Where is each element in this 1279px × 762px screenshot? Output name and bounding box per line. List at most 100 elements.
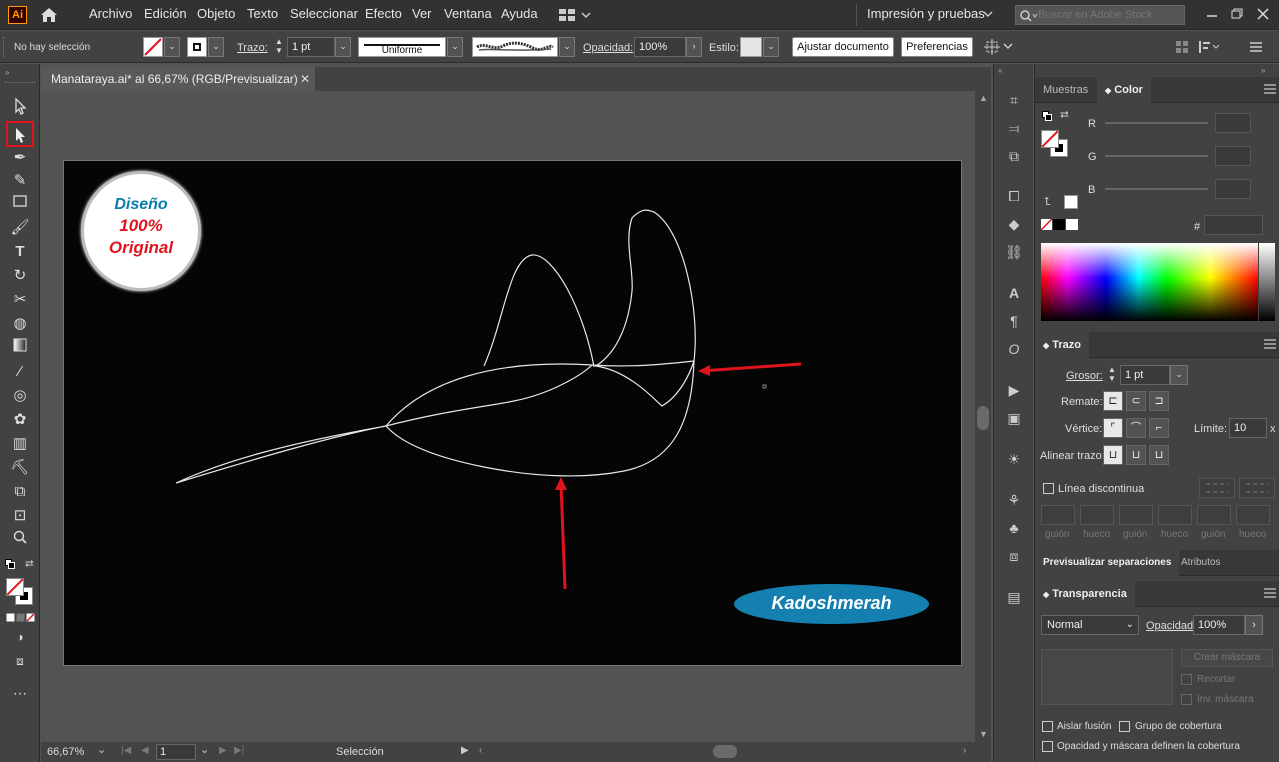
toolbar-collapse-icon[interactable]: »: [5, 68, 9, 77]
hscroll-left-icon[interactable]: ‹: [479, 745, 482, 756]
control-menu-icon[interactable]: [1249, 40, 1263, 54]
bevel-join-button[interactable]: ⌐: [1149, 418, 1169, 438]
stock-search-input[interactable]: [1038, 7, 1182, 23]
butt-cap-button[interactable]: ⊏: [1103, 391, 1123, 411]
close-icon[interactable]: [1255, 6, 1271, 22]
perspective-tool-icon[interactable]: ⛏: [8, 457, 32, 479]
character-panel-icon[interactable]: A: [1002, 282, 1026, 304]
tab-stroke[interactable]: ◆ Trazo: [1035, 332, 1089, 358]
selection-tool-icon[interactable]: [8, 97, 32, 119]
stock-search-box[interactable]: [1015, 5, 1185, 25]
none-swatch[interactable]: [1040, 218, 1053, 231]
stroke-weight-stepper[interactable]: ▲ ▼: [272, 37, 286, 57]
align-grid-icon[interactable]: [1175, 40, 1189, 54]
menu-edicion[interactable]: Edición: [144, 6, 187, 21]
direct-selection-tool-icon[interactable]: [6, 121, 34, 147]
dock-collapse-icon[interactable]: «: [998, 66, 1002, 75]
opacity-field[interactable]: 100%: [634, 37, 686, 57]
tab-swatches[interactable]: Muestras: [1035, 77, 1096, 103]
gap-field-3[interactable]: [1236, 505, 1270, 525]
color-mode-icon[interactable]: [6, 613, 36, 623]
symbols-panel-icon[interactable]: ♣: [1002, 517, 1026, 539]
dashed-line-checkbox[interactable]: [1043, 483, 1054, 494]
paragraph-panel-icon[interactable]: ¶: [1002, 310, 1026, 332]
menu-objeto[interactable]: Objeto: [197, 6, 235, 21]
status-menu-icon[interactable]: ▶: [461, 745, 469, 756]
color-g-field[interactable]: [1215, 146, 1251, 166]
limit-field[interactable]: 10: [1229, 418, 1267, 438]
brushes-panel-icon[interactable]: ⚘: [1002, 489, 1026, 511]
arrange-documents-icon[interactable]: [558, 8, 592, 22]
asset-export-panel-icon[interactable]: ▣: [1002, 407, 1026, 429]
stroke-panel-menu-icon[interactable]: [1263, 338, 1277, 350]
weight-stepper[interactable]: ▲ ▼: [1105, 365, 1119, 385]
last-artboard-icon[interactable]: ▶|: [234, 745, 244, 756]
black-swatch[interactable]: [1053, 219, 1065, 230]
prev-artboard-icon[interactable]: ◀: [141, 745, 149, 756]
white-swatch[interactable]: [1066, 219, 1078, 230]
workspace-switcher[interactable]: Impresión y pruebas: [867, 6, 985, 21]
transform-panel-icon[interactable]: ⌗: [1002, 89, 1026, 111]
style-dropdown[interactable]: ⌄: [763, 37, 779, 57]
actions-panel-icon[interactable]: ▶: [1002, 379, 1026, 401]
dash-field-3[interactable]: [1197, 505, 1231, 525]
scroll-thumb[interactable]: [977, 406, 989, 430]
layers-panel-icon[interactable]: ◆: [1002, 213, 1026, 235]
opacity-label[interactable]: Opacidad:: [583, 42, 633, 54]
tab-color[interactable]: ◆ Color: [1097, 77, 1151, 103]
tab-transparency[interactable]: ◆ Transparencia: [1035, 581, 1135, 607]
type-tool-icon[interactable]: T: [8, 241, 32, 263]
tab-attributes[interactable]: Atributos: [1173, 550, 1228, 576]
isolate-blending-checkbox[interactable]: [1042, 721, 1053, 732]
preserve-dash-button[interactable]: [1199, 478, 1235, 498]
hex-field[interactable]: [1204, 215, 1263, 235]
menu-texto[interactable]: Texto: [247, 6, 278, 21]
fill-dropdown[interactable]: ⌄: [164, 37, 180, 57]
miter-join-button[interactable]: ⌜: [1103, 418, 1123, 438]
clip-checkbox[interactable]: [1181, 674, 1192, 685]
variable-width-profile[interactable]: Uniforme: [358, 37, 446, 57]
menu-ventana[interactable]: Ventana: [444, 6, 492, 21]
preferences-button[interactable]: Preferencias: [901, 37, 973, 57]
menu-archivo[interactable]: Archivo: [89, 6, 132, 21]
close-tab-icon[interactable]: ✕: [300, 67, 310, 91]
fit-document-button[interactable]: Ajustar documento: [792, 37, 894, 57]
hscroll-right-icon[interactable]: ›: [963, 745, 966, 756]
graphic-style-swatch[interactable]: [740, 37, 762, 57]
blend-mode-select[interactable]: Normal ⌄: [1041, 615, 1139, 635]
dash-field-2[interactable]: [1119, 505, 1153, 525]
curvature-tool-icon[interactable]: ✎: [8, 170, 32, 192]
swap-colors-icon[interactable]: ⮂: [25, 558, 34, 571]
color-default-icon[interactable]: [1042, 111, 1052, 121]
symbol-sprayer-tool-icon[interactable]: ✿: [8, 409, 32, 431]
rectangle-tool-icon[interactable]: [8, 193, 32, 215]
document-tab[interactable]: Manataraya.ai* al 66,67% (RGB/Previsuali…: [41, 67, 315, 91]
color-spectrum[interactable]: [1041, 243, 1258, 321]
scissors-tool-icon[interactable]: ✂: [8, 289, 32, 311]
color-g-slider[interactable]: [1105, 155, 1208, 157]
links-panel-icon[interactable]: ⛓: [1002, 241, 1026, 263]
warp-tool-icon[interactable]: ◍: [8, 313, 32, 335]
dash-field-1[interactable]: [1041, 505, 1075, 525]
menu-efecto[interactable]: Efecto: [365, 6, 402, 21]
color-r-field[interactable]: [1215, 113, 1251, 133]
draw-mode-icon[interactable]: ◑: [8, 626, 32, 648]
transparency-opacity-label[interactable]: Opacidad:: [1146, 620, 1196, 632]
align-dash-button[interactable]: [1239, 478, 1275, 498]
zoom-tool-icon[interactable]: [8, 529, 32, 551]
stroke-swatch[interactable]: [187, 37, 207, 57]
out-of-web-icon[interactable]: ⮤: [1044, 196, 1051, 209]
stroke-weight-field[interactable]: 1 pt: [287, 37, 335, 57]
gradient-tool-icon[interactable]: [8, 337, 32, 359]
artboard-dropdown[interactable]: ⌄: [200, 743, 209, 756]
minimize-icon[interactable]: [1204, 6, 1220, 22]
color-b-field[interactable]: [1215, 179, 1251, 199]
blend-tool-icon[interactable]: ◎: [8, 385, 32, 407]
distribute-icon[interactable]: [1198, 39, 1222, 55]
transparency-panel-menu-icon[interactable]: [1263, 587, 1277, 599]
vertical-scrollbar[interactable]: ▲ ▼: [975, 91, 991, 742]
invert-mask-checkbox[interactable]: [1181, 694, 1192, 705]
fill-swatch[interactable]: [143, 37, 163, 57]
chevron-down-icon[interactable]: [983, 9, 993, 19]
stroke-weight-dropdown[interactable]: ⌄: [335, 37, 351, 57]
